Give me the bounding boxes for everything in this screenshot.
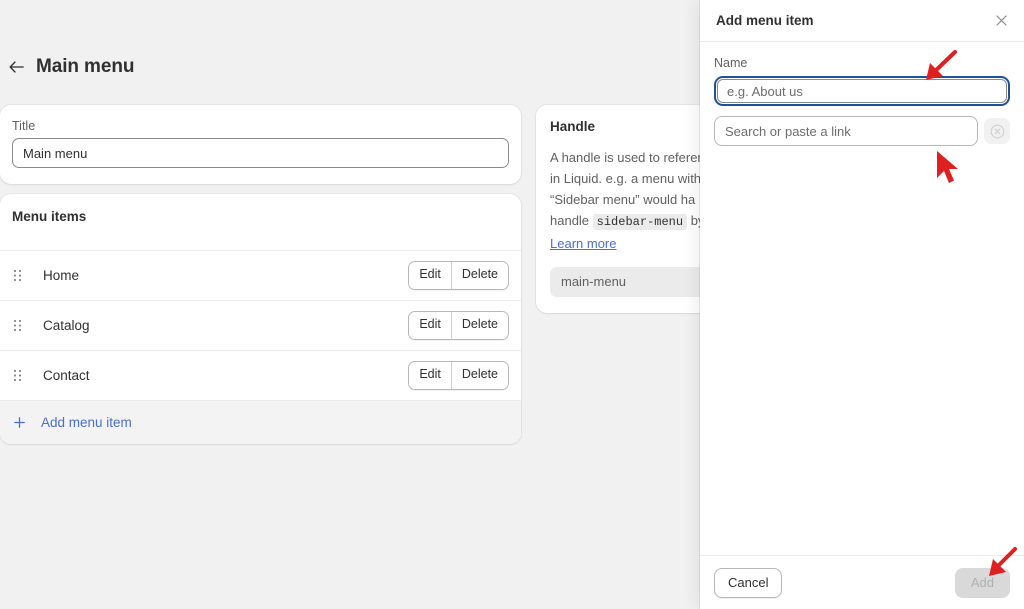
add-menu-item-modal: Add menu item Name e.g. About us Search … — [700, 0, 1024, 609]
handle-code-sample: sidebar-menu — [592, 214, 688, 231]
drag-handle-icon[interactable] — [11, 369, 23, 383]
row-actions: Edit Delete — [408, 261, 509, 290]
screen: Main menu Title Menu items — [0, 0, 1024, 609]
page-title: Main menu — [36, 56, 135, 77]
modal-title: Add menu item — [716, 13, 814, 28]
delete-button[interactable]: Delete — [450, 262, 508, 289]
drag-handle-icon[interactable] — [11, 319, 23, 333]
close-icon[interactable] — [988, 8, 1014, 34]
menu-items-heading: Menu items — [12, 209, 87, 224]
handle-desc-line-4-pre: handle — [550, 213, 593, 229]
name-field-label: Name — [714, 56, 748, 70]
handle-desc-line-2: in Liquid. e.g. a menu with — [550, 171, 702, 187]
menu-item-label: Home — [43, 268, 80, 283]
handle-value: main-menu — [561, 274, 627, 290]
delete-button[interactable]: Delete — [450, 312, 508, 339]
learn-more-link[interactable]: Learn more — [550, 236, 616, 251]
edit-button[interactable]: Edit — [409, 312, 451, 339]
menu-item-label: Catalog — [43, 318, 90, 333]
modal-body: Name — [700, 42, 1024, 555]
link-search-input[interactable] — [714, 116, 978, 146]
cancel-button[interactable]: Cancel — [714, 567, 783, 598]
row-actions: Edit Delete — [408, 361, 509, 390]
link-search-row — [714, 116, 1010, 146]
title-card: Title — [0, 105, 521, 184]
menu-item-label: Contact — [43, 368, 90, 383]
circle-x-icon[interactable] — [984, 118, 1010, 144]
edit-button[interactable]: Edit — [409, 262, 451, 289]
add-menu-item-button[interactable]: Add menu item — [0, 400, 521, 444]
arrow-left-icon[interactable] — [8, 59, 24, 75]
modal-header: Add menu item — [700, 0, 1024, 42]
title-field-label: Title — [12, 119, 36, 133]
name-input[interactable] — [717, 79, 1007, 103]
menu-items-card: Menu items Home Edit Delete Catalog Edit… — [0, 194, 521, 444]
table-row[interactable]: Catalog Edit Delete — [0, 300, 521, 350]
title-input[interactable] — [12, 138, 509, 168]
page-header: Main menu — [8, 56, 134, 78]
handle-desc-line-3: “Sidebar menu” would ha — [550, 192, 696, 208]
drag-handle-icon[interactable] — [11, 269, 23, 283]
add-button[interactable]: Add — [954, 567, 1010, 598]
edit-button[interactable]: Edit — [409, 362, 451, 389]
delete-button[interactable]: Delete — [450, 362, 508, 389]
handle-desc-line-1: A handle is used to reference — [550, 150, 719, 165]
plus-icon — [12, 417, 26, 428]
name-field-focus-ring — [714, 76, 1010, 106]
row-actions: Edit Delete — [408, 311, 509, 340]
modal-footer: Cancel Add — [700, 555, 1024, 609]
table-row[interactable]: Home Edit Delete — [0, 250, 521, 300]
table-row[interactable]: Contact Edit Delete — [0, 350, 521, 400]
add-menu-item-label: Add menu item — [41, 415, 132, 430]
